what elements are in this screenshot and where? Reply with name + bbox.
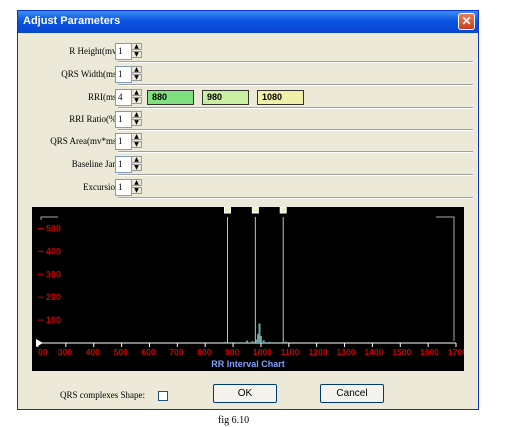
histogram-bar — [232, 342, 235, 343]
qrs-shape-checkbox[interactable] — [158, 391, 168, 401]
separator — [118, 129, 473, 131]
x-tick-label: 1700 — [448, 347, 464, 357]
close-button[interactable]: ✕ — [458, 13, 475, 30]
spin-down-icon[interactable]: ▼ — [131, 51, 142, 58]
param-spinner[interactable]: 1 ▲ ▼ — [115, 43, 143, 60]
qrs-shape-label: QRS complexes Shape: — [60, 390, 145, 400]
param-value[interactable]: 1 — [115, 66, 132, 83]
param-row: QRS Width(ms): 1 ▲ ▼ — [18, 66, 478, 86]
spin-down-icon[interactable]: ▼ — [131, 164, 142, 171]
rri-marker-handle — [251, 206, 259, 214]
x-tick-label: 400 — [86, 347, 100, 357]
param-label: QRS Area(mv*ms): — [50, 136, 122, 146]
rri-marker-field[interactable]: 980 — [202, 90, 249, 105]
spin-down-icon[interactable]: ▼ — [131, 97, 142, 104]
histogram-bar — [251, 341, 254, 343]
x-tick-label: 700 — [169, 347, 183, 357]
param-row: RRI Ratio(%): 1 ▲ ▼ — [18, 111, 478, 131]
dialog-title: Adjust Parameters — [23, 15, 121, 27]
adjust-parameters-dialog: Adjust Parameters ✕ R Height(mv): 1 ▲ ▼ QRS … — [17, 10, 479, 410]
param-value[interactable]: 1 — [115, 43, 132, 60]
y-tick-label: 500 — [46, 223, 61, 233]
histogram-bar — [273, 342, 276, 343]
frame-corner-right — [436, 216, 455, 341]
separator — [118, 61, 473, 63]
spin-up-icon[interactable]: ▲ — [131, 66, 142, 73]
frame-corner-left — [40, 216, 58, 220]
separator — [118, 151, 473, 153]
param-row: R Height(mv): 1 ▲ ▼ — [18, 43, 478, 63]
rr-interval-chart: 500 400 300 200 100 00 300 400 500 600 700 800 900 10… — [32, 206, 467, 371]
title-bar: Adjust Parameters ✕ — [18, 11, 478, 33]
x-tick-label: 300 — [58, 347, 72, 357]
ok-button[interactable]: OK — [213, 384, 277, 403]
histogram-bar — [259, 336, 262, 343]
param-value[interactable]: 1 — [115, 179, 132, 196]
param-spinner[interactable]: 1 ▲ ▼ — [115, 111, 143, 128]
param-label: QRS Width(ms): — [61, 69, 122, 79]
param-value[interactable]: 1 — [115, 111, 132, 128]
param-row: Excursion: 1 ▲ ▼ — [18, 179, 478, 199]
y-tick-label: 400 — [46, 246, 61, 256]
close-icon: ✕ — [461, 14, 472, 28]
histogram-bar — [262, 340, 265, 343]
cancel-button[interactable]: Cancel — [320, 384, 384, 403]
param-value[interactable]: 4 — [115, 89, 132, 106]
separator — [118, 174, 473, 176]
rri-marker-field[interactable]: 1080 — [257, 90, 304, 105]
spin-down-icon[interactable]: ▼ — [131, 74, 142, 81]
histogram-bar — [246, 340, 248, 343]
y-tick-label: 300 — [46, 269, 61, 279]
x-tick-label: 500 — [114, 347, 128, 357]
chart-title: RR Interval Chart — [211, 359, 285, 369]
x-tick-label: 1100 — [281, 347, 300, 357]
param-row: Baseline Jam: 1 ▲ ▼ — [18, 156, 478, 176]
x-tick-label: 1600 — [420, 347, 439, 357]
x-tick-label: 1400 — [364, 347, 383, 357]
x-tick-label: 800 — [197, 347, 211, 357]
param-value[interactable]: 1 — [115, 133, 132, 150]
x-tick-label: 1300 — [337, 347, 356, 357]
param-spinner[interactable]: 4 ▲ ▼ — [115, 89, 143, 106]
spin-up-icon[interactable]: ▲ — [131, 111, 142, 118]
x-tick-label: 1000 — [253, 347, 272, 357]
separator — [118, 107, 473, 109]
spin-up-icon[interactable]: ▲ — [131, 179, 142, 186]
param-row: RRI(ms): 4 ▲ ▼ 880 980 1080 — [18, 89, 478, 109]
param-spinner[interactable]: 1 ▲ ▼ — [115, 66, 143, 83]
spin-down-icon[interactable]: ▼ — [131, 187, 142, 194]
chart-svg: 500 400 300 200 100 00 300 400 500 600 700 800 900 10… — [36, 206, 467, 369]
histogram-bar — [285, 341, 288, 343]
separator — [118, 84, 473, 86]
rri-marker-handle — [223, 206, 231, 214]
histogram-bar — [223, 341, 226, 343]
x-tick-label: 900 — [225, 347, 239, 357]
param-spinner[interactable]: 1 ▲ ▼ — [115, 156, 143, 173]
rri-marker-field[interactable]: 880 — [147, 90, 194, 105]
param-value[interactable]: 1 — [115, 156, 132, 173]
x-tick-label: 1500 — [392, 347, 411, 357]
param-spinner[interactable]: 1 ▲ ▼ — [115, 179, 143, 196]
x-tick-label: 600 — [141, 347, 155, 357]
spin-up-icon[interactable]: ▲ — [131, 156, 142, 163]
histogram-bar — [268, 341, 271, 343]
spin-down-icon[interactable]: ▼ — [131, 119, 142, 126]
x-tick-label: 1200 — [309, 347, 328, 357]
spin-up-icon[interactable]: ▲ — [131, 133, 142, 140]
param-row: QRS Area(mv*ms): 1 ▲ ▼ — [18, 133, 478, 153]
param-spinner[interactable]: 1 ▲ ▼ — [115, 133, 143, 150]
spin-up-icon[interactable]: ▲ — [131, 89, 142, 96]
x-tick-label: 00 — [38, 347, 48, 357]
spin-up-icon[interactable]: ▲ — [131, 43, 142, 50]
y-tick-label: 100 — [46, 315, 61, 325]
y-tick-label: 200 — [46, 292, 61, 302]
rri-marker-handle — [279, 206, 287, 214]
spin-down-icon[interactable]: ▼ — [131, 141, 142, 148]
separator — [118, 197, 473, 199]
figure-caption: fig 6.10 — [218, 415, 250, 426]
axis-arrow-icon — [36, 339, 43, 347]
